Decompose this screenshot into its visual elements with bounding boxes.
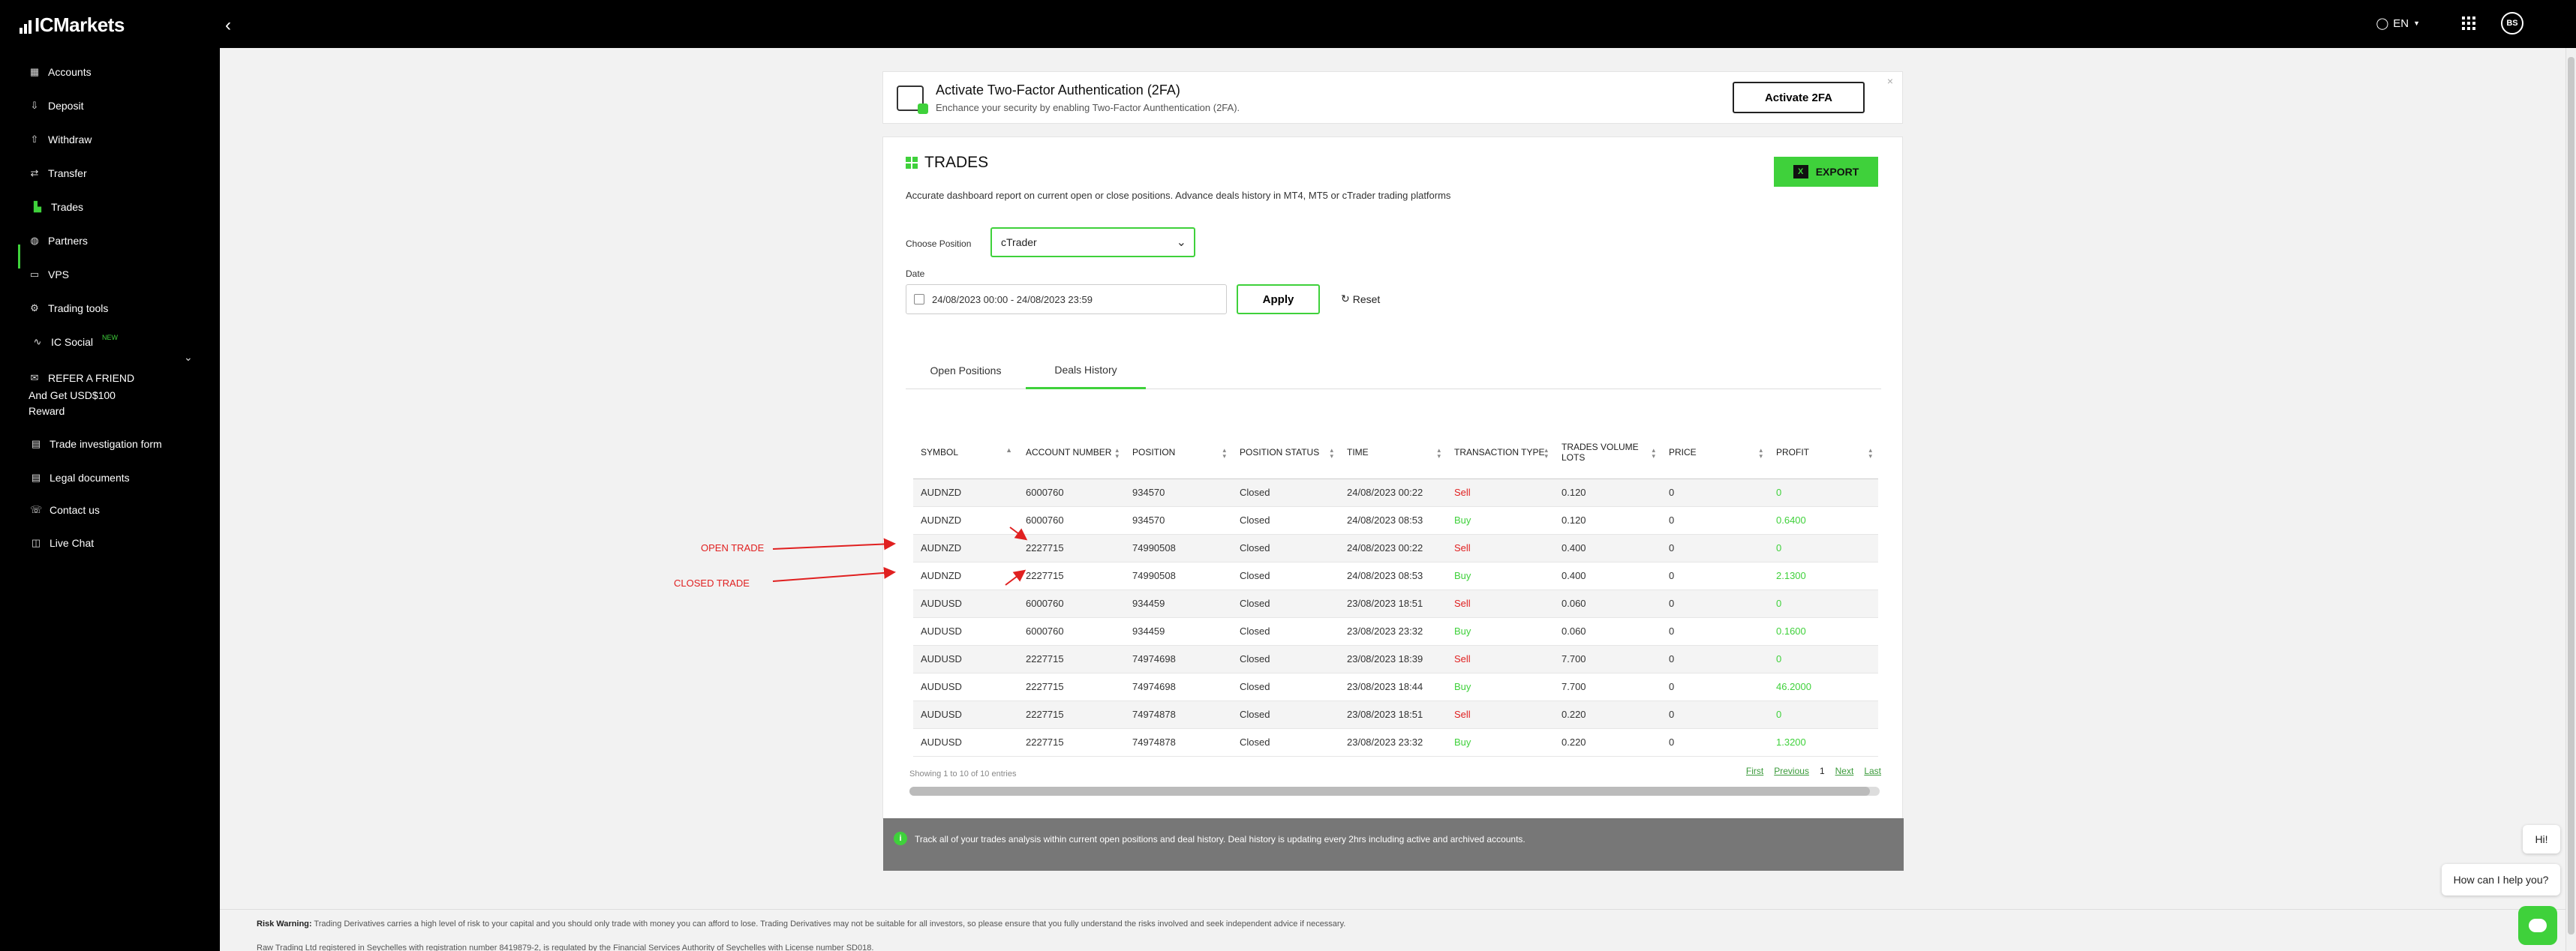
risk-text: Trading Derivatives carries a high level… bbox=[314, 920, 1346, 928]
chat-bubble-icon bbox=[2529, 919, 2547, 932]
footer-divider bbox=[220, 909, 2576, 910]
vertical-scrollbar-thumb[interactable] bbox=[2568, 57, 2574, 934]
closed-trade-arrow bbox=[772, 566, 896, 582]
chat-launcher-button[interactable] bbox=[2518, 906, 2557, 945]
regulation-text: Raw Trading Ltd registered in Seychelles… bbox=[257, 944, 874, 951]
vertical-scrollbar[interactable] bbox=[2565, 48, 2576, 951]
annotation-arrows bbox=[772, 526, 1028, 586]
closed-trade-pointer bbox=[1005, 569, 1026, 586]
open-trade-arrow bbox=[772, 538, 896, 550]
chat-greeting: Hi! bbox=[2523, 825, 2560, 854]
open-trade-pointer bbox=[1009, 526, 1028, 541]
risk-label: Risk Warning: bbox=[257, 920, 312, 928]
chat-help-prompt[interactable]: How can I help you? bbox=[2442, 864, 2560, 896]
risk-warning: Risk Warning: Trading Derivatives carrie… bbox=[257, 920, 1345, 928]
